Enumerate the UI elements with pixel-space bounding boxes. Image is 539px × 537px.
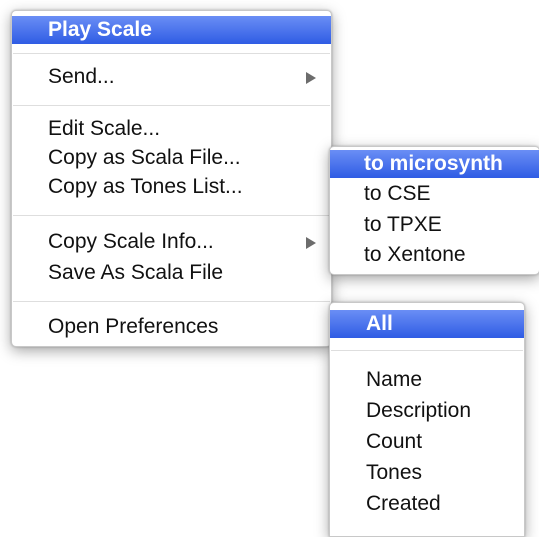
menu-item-label: Edit Scale...: [48, 117, 161, 140]
submenu-item-to-microsynth[interactable]: to microsynth: [330, 150, 539, 178]
submenu-item-to-tpxe[interactable]: to TPXE: [330, 211, 539, 239]
menu-item-copy-scale-info[interactable]: Copy Scale Info...: [12, 228, 331, 256]
menu-item-label: Copy Scale Info...: [48, 230, 214, 253]
menu-item-label: Save As Scala File: [48, 261, 224, 284]
submenu-item-label: to TPXE: [364, 213, 442, 236]
menu-separator: [13, 301, 330, 302]
submenu-item-label: Count: [366, 430, 423, 453]
menu-item-open-preferences[interactable]: Open Preferences: [12, 313, 331, 341]
menu-item-copy-as-scala-file[interactable]: Copy as Scala File...: [12, 144, 331, 172]
submenu-item-label: Created: [366, 492, 441, 515]
menu-item-save-as-scala-file[interactable]: Save As Scala File: [12, 259, 331, 287]
menu-item-label: Copy as Tones List...: [48, 175, 243, 198]
menu-item-label: Open Preferences: [48, 315, 219, 338]
menu-item-edit-scale[interactable]: Edit Scale...: [12, 115, 331, 143]
submenu-item-all[interactable]: All: [330, 310, 524, 338]
menu-item-label: Copy as Scala File...: [48, 146, 241, 169]
submenu-item-label: to Xentone: [364, 243, 466, 266]
menu-separator: [13, 105, 330, 106]
submenu-item-description[interactable]: Description: [330, 397, 524, 425]
submenu-item-tones[interactable]: Tones: [330, 459, 524, 487]
submenu-item-label: to microsynth: [364, 152, 503, 175]
submenu-item-to-cse[interactable]: to CSE: [330, 180, 539, 208]
copy-scale-info-submenu: All Name Description Count Tones Created: [329, 302, 525, 537]
submenu-arrow-icon: [306, 237, 316, 249]
menu-item-play-scale[interactable]: Play Scale: [12, 16, 331, 44]
menu-item-label: Send...: [48, 65, 115, 88]
submenu-item-name[interactable]: Name: [330, 366, 524, 394]
menu-item-copy-as-tones-list[interactable]: Copy as Tones List...: [12, 173, 331, 201]
menu-separator: [13, 53, 330, 54]
submenu-item-label: All: [366, 312, 393, 335]
submenu-arrow-icon: [306, 72, 316, 84]
menu-item-label: Play Scale: [48, 18, 152, 41]
menu-separator: [13, 215, 330, 216]
submenu-item-label: Description: [366, 399, 472, 422]
submenu-item-label: Tones: [366, 461, 423, 484]
submenu-item-created[interactable]: Created: [330, 490, 524, 518]
submenu-item-count[interactable]: Count: [330, 428, 524, 456]
menu-separator: [331, 350, 523, 351]
submenu-item-label: Name: [366, 368, 423, 391]
context-menu: Play Scale Send... Edit Scale... Copy as…: [11, 10, 332, 347]
menu-item-send[interactable]: Send...: [12, 63, 331, 91]
submenu-item-to-xentone[interactable]: to Xentone: [330, 241, 539, 269]
send-submenu: to microsynth to CSE to TPXE to Xentone: [329, 146, 539, 275]
submenu-item-label: to CSE: [364, 182, 431, 205]
